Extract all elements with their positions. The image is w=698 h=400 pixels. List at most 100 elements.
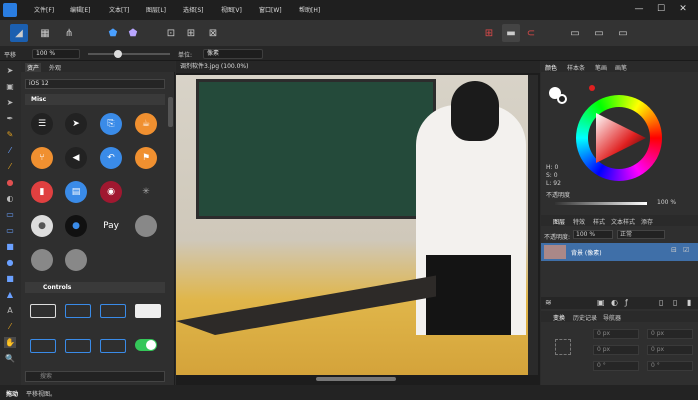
unit-dropdown[interactable]: 像素 xyxy=(203,49,263,59)
menu-view[interactable]: 视图[V] xyxy=(221,5,242,14)
control-button-label[interactable] xyxy=(100,304,126,318)
trash-icon[interactable]: ▮ xyxy=(31,181,53,203)
anchor-selector[interactable] xyxy=(555,339,571,355)
layer-row-background[interactable]: 背景 (像素) ⊟ ☑ xyxy=(541,243,698,261)
height-field[interactable]: 0 px xyxy=(647,345,693,355)
control-button-blue[interactable] xyxy=(65,304,91,318)
artboard-tool-icon[interactable]: ▣ xyxy=(4,81,16,92)
node-tool-icon[interactable]: ➤ xyxy=(4,97,16,108)
spinner-icon[interactable]: ✳ xyxy=(135,181,157,203)
document-tab[interactable]: 调剂软件3.jpg (100.0%) xyxy=(176,61,540,73)
texture-icon[interactable]: ◉ xyxy=(100,181,122,203)
pencil-tool-icon[interactable]: ✎ xyxy=(4,129,16,140)
stroke-color-swatch[interactable] xyxy=(557,94,567,104)
tab-text-styles[interactable]: 文本样式 xyxy=(611,217,635,226)
zoom-slider-handle[interactable] xyxy=(114,50,122,58)
snap-icon[interactable]: ⊡ xyxy=(162,24,180,42)
ellipse-tool-icon[interactable]: ● xyxy=(4,257,16,268)
delete-layer-icon[interactable]: ▮ xyxy=(687,298,691,307)
shear-field[interactable]: 0 ° xyxy=(647,361,693,371)
frame-icon[interactable]: ⊞ xyxy=(182,24,200,42)
tab-brushes[interactable]: 画笔 xyxy=(615,63,627,72)
flag-icon[interactable]: ⚑ xyxy=(135,147,157,169)
rotation-field[interactable]: 0 ° xyxy=(593,361,639,371)
color-picker-icon[interactable]: ⁄ xyxy=(4,321,16,332)
cutlery-icon[interactable]: ⑂ xyxy=(31,147,53,169)
back-arrow-icon[interactable]: ↶ xyxy=(100,147,122,169)
paint-tool-icon[interactable]: ⁄ xyxy=(4,161,16,172)
persona-designer-icon[interactable]: ◢ xyxy=(10,24,28,42)
adjustment-icon[interactable]: ◐ xyxy=(611,298,618,307)
tab-transform[interactable]: 变换 xyxy=(553,313,565,322)
pen-tool-icon[interactable]: ✒ xyxy=(4,113,16,124)
magnet-icon[interactable]: ⊂ xyxy=(522,24,540,42)
pentagon-icon[interactable]: ⬟ xyxy=(104,24,122,42)
profile-icon[interactable] xyxy=(135,215,157,237)
coffee-icon[interactable]: ☕ xyxy=(135,113,157,135)
control-toggle-switch[interactable] xyxy=(135,339,157,351)
control-button-filled[interactable] xyxy=(135,304,161,318)
transform-icon[interactable]: ⊠ xyxy=(204,24,222,42)
triangle-tool-icon[interactable]: ▲ xyxy=(4,289,16,300)
asset-search-input[interactable]: 搜索 xyxy=(25,371,165,382)
rounded-rect-tool-icon[interactable]: ■ xyxy=(4,273,16,284)
document-canvas[interactable]: 调剂软件3.jpg (100.0%) xyxy=(176,61,540,385)
tab-appearance[interactable]: 外观 xyxy=(49,63,61,72)
close-button[interactable]: ✕ xyxy=(674,2,692,16)
asset-library-dropdown[interactable]: iOS 12 xyxy=(25,79,165,89)
arrange-icon[interactable]: ▭ xyxy=(590,24,608,42)
x-position-field[interactable]: 0 px xyxy=(593,329,639,339)
profile-small-icon[interactable] xyxy=(31,249,53,271)
menu-file[interactable]: 文件[F] xyxy=(34,5,54,14)
tab-history[interactable]: 历史记录 xyxy=(573,313,597,322)
layer-opacity-dropdown[interactable]: 100 % xyxy=(573,230,613,239)
zoom-slider[interactable] xyxy=(88,53,170,55)
grid-icon[interactable]: ▦ xyxy=(36,24,54,42)
zoom-dropdown[interactable]: 100 % xyxy=(32,49,80,59)
zoom-tool-icon[interactable]: 🔍 xyxy=(4,353,16,364)
mask-icon[interactable]: ▣ xyxy=(597,298,605,307)
tab-layers[interactable]: 图层 xyxy=(553,217,565,226)
horizontal-scrollbar[interactable] xyxy=(316,377,396,381)
menu-layer[interactable]: 图层[L] xyxy=(146,5,166,14)
tab-styles[interactable]: 样式 xyxy=(593,217,605,226)
layers-stack-icon[interactable]: ≋ xyxy=(545,298,552,307)
new-layer-icon[interactable]: ▯ xyxy=(659,298,663,307)
share-icon[interactable]: ⋔ xyxy=(60,24,78,42)
move-tool-icon[interactable]: ➤ xyxy=(4,65,16,76)
rectangle-tool-icon[interactable]: ■ xyxy=(4,241,16,252)
place-tool-icon[interactable]: ▭ xyxy=(4,225,16,236)
transparency-tool-icon[interactable]: ◐ xyxy=(4,193,16,204)
opacity-slider[interactable] xyxy=(555,202,647,205)
tab-swatches[interactable]: 样本条 xyxy=(567,63,585,72)
assets-scrollbar[interactable] xyxy=(168,97,173,127)
control-button-white[interactable] xyxy=(30,304,56,318)
hand-tool-icon[interactable]: ✋ xyxy=(4,337,16,348)
crop-tool-icon[interactable]: ▭ xyxy=(4,209,16,220)
brush-tool-icon[interactable]: ⁄ xyxy=(4,145,16,156)
control-segmented-1[interactable] xyxy=(30,339,56,353)
location-icon[interactable]: ➤ xyxy=(65,113,87,135)
menu-edit[interactable]: 编辑[E] xyxy=(70,5,90,14)
tab-stock[interactable]: 添存 xyxy=(641,217,653,226)
layer-name[interactable]: 背景 (像素) xyxy=(571,248,602,257)
vertical-scrollbar[interactable] xyxy=(528,75,538,375)
blend-mode-dropdown[interactable]: 正常 xyxy=(617,230,665,239)
mode-icon[interactable]: ▬ xyxy=(502,24,520,42)
text-tool-icon[interactable]: A xyxy=(4,305,16,316)
grid-snap-icon[interactable]: ⊞ xyxy=(480,24,498,42)
profile-badge-icon[interactable] xyxy=(65,249,87,271)
toggle-dot-icon[interactable]: ● xyxy=(65,215,87,237)
misc-section-header[interactable]: Misc xyxy=(25,94,165,105)
archive-icon[interactable]: ▤ xyxy=(65,181,87,203)
minimize-button[interactable]: — xyxy=(630,2,648,16)
tab-assets[interactable]: 资产 xyxy=(25,63,42,72)
align-icon[interactable]: ▭ xyxy=(566,24,584,42)
fx-icon[interactable]: ƒ xyxy=(625,298,628,307)
visibility-checkbox[interactable]: ☑ xyxy=(683,246,689,254)
control-segmented-2[interactable] xyxy=(65,339,91,353)
list-icon[interactable]: ☰ xyxy=(31,113,53,135)
maximize-button[interactable]: ☐ xyxy=(652,2,670,16)
app-icon[interactable]: ⎘ xyxy=(100,113,122,135)
controls-section-header[interactable]: Controls xyxy=(25,282,165,293)
